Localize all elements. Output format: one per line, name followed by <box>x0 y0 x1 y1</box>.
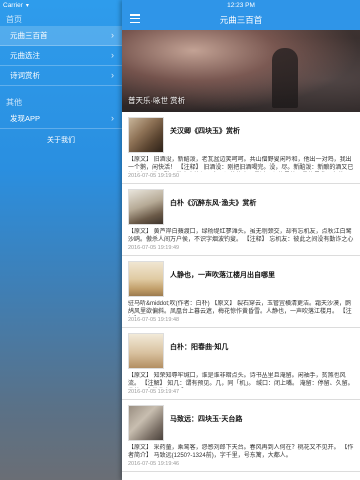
article-item[interactable]: 白朴：阳春曲·知几 【原文】 知荣知辱牢缄口，谁是谁非暗点头。诗书丛里且淹留。闲… <box>122 328 360 400</box>
article-date: 2016-07-05 19:19:47 <box>128 389 180 395</box>
article-title: 马致远：四块玉·天台路 <box>170 416 243 423</box>
wifi-icon: ▾ <box>25 2 29 9</box>
article-title: 白朴：阳春曲·知几 <box>170 344 229 351</box>
chevron-right-icon: › <box>111 70 114 80</box>
article-item[interactable]: 马致远：四块玉·天台路 【原文】 采药童，乘鸾客，怨感刘郎下天台。春风再到人何在… <box>122 400 360 472</box>
article-excerpt: 【原文】 知荣知辱牢缄口，谁是谁非暗点头。诗书丛里且淹留。闲袖手，贫煞也风流。 … <box>128 373 354 387</box>
article-thumbnail <box>128 333 164 369</box>
status-time: 12:23 PM <box>227 2 255 9</box>
banner-caption: 普天乐·咏世 赏析 <box>128 96 186 105</box>
section-header-home: 首页 <box>6 15 22 24</box>
article-date: 2016-07-05 19:19:48 <box>128 317 180 323</box>
drawer-item-poetry-appreciation[interactable]: 诗词赏析 › <box>0 66 122 86</box>
chevron-right-icon: › <box>111 30 114 40</box>
article-excerpt: 【原文】 旧酒没，新醅泼，老瓦盆边笑呵呵。共山僧野叟闲吟和，他出一对鸡，我出一个… <box>128 157 354 171</box>
drawer-item-label: 诗词赏析 <box>10 71 40 80</box>
drawer-item-label: 发现APP <box>10 114 41 123</box>
article-title: 白朴《沉醉东风·渔夫》赏析 <box>170 200 257 207</box>
article-excerpt: 【原文】 黄芦岸白蘋渡口，绿杨堤红蓼滩头。虽无刎颈交，却有忘机友，点秋江白鹭沙鸥… <box>128 229 354 243</box>
drawer-item-label: 元曲选注 <box>10 51 40 60</box>
article-date: 2016-07-05 19:19:50 <box>128 173 180 179</box>
banner-figure-image <box>272 48 298 108</box>
article-title: 人静也，一声吹落江楼月出自哪里 <box>170 272 275 279</box>
about-us-link[interactable]: 关于我们 <box>0 135 122 145</box>
section-header-other: 其他 <box>6 98 22 107</box>
drawer-item-label: 元曲三百首 <box>10 31 48 40</box>
article-excerpt: 驻马听&middot;吹(作者：白朴) 【原文】 裂石穿云，玉管宜横清更洁。霜天… <box>128 301 352 315</box>
article-thumbnail <box>128 189 164 225</box>
carrier-label: Carrier <box>3 1 23 9</box>
article-item[interactable]: 白朴《沉醉东风·渔夫》赏析 【原文】 黄芦岸白蘋渡口，绿杨堤红蓼滩头。虽无刎颈交… <box>122 184 360 256</box>
featured-banner[interactable]: 普天乐·咏世 赏析 <box>122 30 360 112</box>
article-thumbnail <box>128 117 164 153</box>
drawer-item-discover-app[interactable]: 发现APP › <box>0 109 122 129</box>
article-title: 关汉卿《四块玉》赏析 <box>170 128 240 135</box>
page-title: 元曲三百首 <box>219 15 263 25</box>
nav-bar: 12:23 PM 元曲三百首 <box>122 0 360 30</box>
article-item[interactable]: 人静也，一声吹落江楼月出自哪里 驻马听&middot;吹(作者：白朴) 【原文】… <box>122 256 360 328</box>
drawer-item-yuanqu-300[interactable]: 元曲三百首 › <box>0 26 122 46</box>
side-drawer: Carrier ▾ 首页 元曲三百首 › 元曲选注 › 诗词赏析 › 其他 发现… <box>0 0 122 480</box>
main-panel: 12:23 PM 元曲三百首 普天乐·咏世 赏析 关汉卿《四块玉》赏析 【原文】… <box>122 0 360 480</box>
article-excerpt: 【原文】 采药童，乘鸾客，怨感刘郎下天台。春风再到人何在？桃花又不见开。 【作者… <box>128 445 354 459</box>
article-date: 2016-07-05 19:19:46 <box>128 461 180 467</box>
article-thumbnail <box>128 405 164 441</box>
article-item[interactable]: 关汉卿《四块玉》赏析 【原文】 旧酒没，新醅泼，老瓦盆边笑呵呵。共山僧野叟闲吟和… <box>122 112 360 184</box>
drawer-status-bar: Carrier ▾ <box>0 0 122 10</box>
article-date: 2016-07-05 19:19:49 <box>128 245 180 251</box>
chevron-right-icon: › <box>111 113 114 123</box>
drawer-item-yuanqu-annotations[interactable]: 元曲选注 › <box>0 46 122 66</box>
article-thumbnail <box>128 261 164 297</box>
chevron-right-icon: › <box>111 50 114 60</box>
